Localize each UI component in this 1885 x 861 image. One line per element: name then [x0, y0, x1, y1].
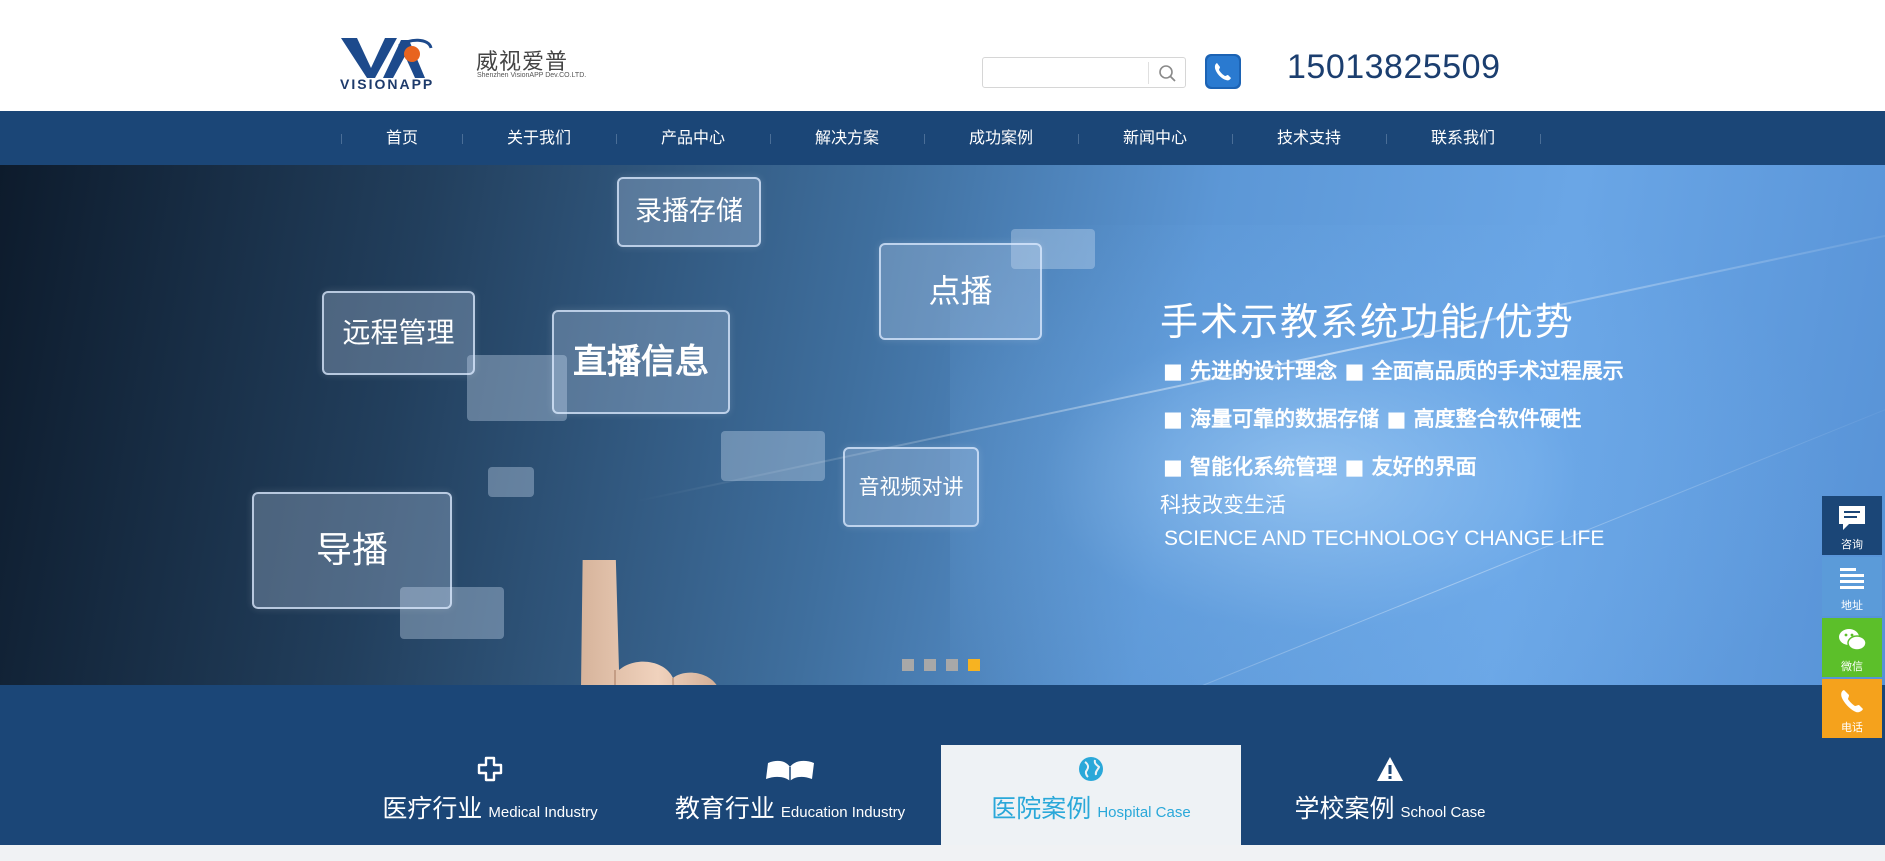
nav-item-news[interactable]: 新闻中心 [1110, 111, 1200, 165]
tile-director: 导播 [252, 492, 452, 609]
industry-card-education[interactable]: 教育行业 Education Industry [640, 745, 940, 845]
nav-item-support[interactable]: 技术支持 [1264, 111, 1354, 165]
slide-dot[interactable] [946, 659, 958, 671]
banner-feature-line: ■ 智能化系统管理 ■ 友好的界面 [1163, 455, 1477, 479]
nav-separator [1078, 134, 1079, 144]
industry-card-label: 教育行业 Education Industry [674, 794, 906, 823]
search-divider [1148, 62, 1149, 84]
slide-dot[interactable] [924, 659, 936, 671]
nav-separator [341, 134, 342, 144]
ghost-tile [488, 467, 534, 497]
nav-item-contact[interactable]: 联系我们 [1418, 111, 1508, 165]
pointing-hand-image [581, 560, 717, 685]
industry-card-label: 医疗行业 Medical Industry [382, 794, 598, 823]
side-address-button[interactable]: 地址 [1822, 557, 1882, 616]
phone-number: 15013825509 [1287, 48, 1501, 86]
search-icon [1159, 65, 1176, 82]
nav-item-cases[interactable]: 成功案例 [956, 111, 1046, 165]
warning-triangle-icon [1377, 757, 1403, 781]
search-input[interactable] [987, 61, 1147, 84]
industry-card-hospital-case[interactable]: 医院案例 Hospital Case [941, 745, 1241, 845]
page: VISIONAPP 威视爱普 Shenzhen VisionAPP Dev.CO… [0, 0, 1885, 861]
nav-separator [616, 134, 617, 144]
nav-separator [462, 134, 463, 144]
banner-feature-line: ■ 海量可靠的数据存储 ■ 高度整合软件硬性 [1163, 407, 1582, 431]
medical-cross-icon [477, 756, 503, 782]
logo-subtitle: Shenzhen VisionAPP Dev.CO.LTD. [477, 72, 587, 79]
main-nav: 首页 关于我们 产品中心 解决方案 成功案例 新闻中心 技术支持 联系我们 [0, 111, 1885, 165]
phone-icon [1205, 54, 1241, 89]
tile-live-info: 直播信息 [552, 310, 730, 414]
header: VISIONAPP 威视爱普 Shenzhen VisionAPP Dev.CO… [0, 0, 1885, 111]
search-box [982, 57, 1186, 88]
side-phone-button[interactable]: 电话 [1822, 679, 1882, 738]
list-icon [1840, 568, 1864, 589]
chat-icon [1839, 506, 1865, 530]
nav-separator [1232, 134, 1233, 144]
nav-item-products[interactable]: 产品中心 [648, 111, 738, 165]
nav-separator [1540, 134, 1541, 144]
wechat-icon [1839, 629, 1867, 651]
side-button-label: 地址 [1841, 599, 1863, 612]
hero-banner[interactable]: 录播存储 远程管理 直播信息 点播 音视频对讲 导播 手术示教系统功能/优势 ■… [0, 165, 1885, 685]
nav-item-about[interactable]: 关于我们 [494, 111, 584, 165]
logo-text-en: VISIONAPP [340, 76, 435, 92]
nav-item-solutions[interactable]: 解决方案 [802, 111, 892, 165]
tile-av-intercom: 音视频对讲 [843, 447, 979, 527]
banner-headline: 手术示教系统功能/优势 [1160, 300, 1575, 344]
tile-remote-management: 远程管理 [322, 291, 475, 375]
side-consult-button[interactable]: 咨询 [1822, 496, 1882, 555]
industry-card-school-case[interactable]: 学校案例 School Case [1240, 745, 1540, 845]
globe-icon [1079, 757, 1103, 781]
nav-item-home[interactable]: 首页 [362, 111, 442, 165]
search-button[interactable] [1151, 60, 1183, 86]
side-button-label: 微信 [1841, 660, 1863, 673]
content-strip [0, 845, 1885, 861]
open-book-icon [766, 760, 814, 781]
banner-slogan-cn: 科技改变生活 [1160, 493, 1286, 517]
slide-dot[interactable] [902, 659, 914, 671]
side-wechat-button[interactable]: 微信 [1822, 618, 1882, 677]
logo[interactable]: VISIONAPP 威视爱普 Shenzhen VisionAPP Dev.CO… [339, 36, 599, 92]
banner-slogan-en: SCIENCE AND TECHNOLOGY CHANGE LIFE [1164, 527, 1605, 550]
banner-feature-line: ■ 先进的设计理念 ■ 全面高品质的手术过程展示 [1163, 359, 1624, 383]
side-button-label: 电话 [1841, 721, 1863, 734]
industry-card-label: 医院案例 Hospital Case [991, 794, 1191, 823]
side-button-label: 咨询 [1841, 538, 1863, 551]
tile-record-storage: 录播存储 [617, 177, 761, 247]
ghost-tile [721, 431, 825, 481]
tile-vod: 点播 [879, 243, 1042, 340]
nav-separator [1386, 134, 1387, 144]
nav-separator [924, 134, 925, 144]
industry-card-label: 学校案例 School Case [1294, 794, 1486, 823]
nav-separator [770, 134, 771, 144]
slide-dot-active[interactable] [968, 659, 980, 671]
phone-icon [1841, 690, 1863, 713]
industry-card-medical[interactable]: 医疗行业 Medical Industry [340, 745, 640, 845]
